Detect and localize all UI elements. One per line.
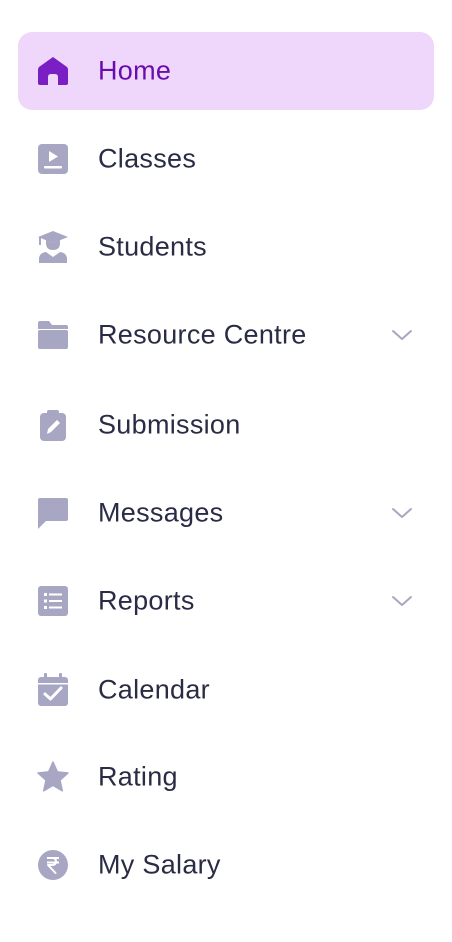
- sidebar-item-submission[interactable]: Submission: [18, 386, 434, 464]
- star-icon: [35, 759, 71, 795]
- sidebar-item-students[interactable]: Students: [18, 208, 434, 286]
- sidebar-item-classes[interactable]: Classes: [18, 120, 434, 198]
- video-lesson-icon: [35, 141, 71, 177]
- sidebar-item-label: My Salary: [98, 849, 221, 880]
- sidebar-item-label: Messages: [98, 497, 224, 528]
- graduate-student-icon: [35, 229, 71, 265]
- sidebar-item-reports[interactable]: Reports: [18, 562, 434, 640]
- sidebar-item-resource-centre[interactable]: Resource Centre: [18, 296, 434, 374]
- sidebar-nav: Home Classes Students Resource Centre Su…: [0, 0, 452, 942]
- sidebar-item-label: Submission: [98, 409, 241, 440]
- sidebar-item-messages[interactable]: Messages: [18, 474, 434, 552]
- sidebar-item-label: Home: [98, 55, 172, 86]
- sidebar-item-label: Rating: [98, 761, 178, 792]
- sidebar-item-calendar[interactable]: Calendar: [18, 651, 434, 729]
- clipboard-edit-icon: [35, 407, 71, 443]
- sidebar-item-label: Students: [98, 231, 207, 262]
- chevron-down-icon[interactable]: [390, 589, 414, 613]
- rupee-coin-icon: [35, 847, 71, 883]
- home-icon: [35, 53, 71, 89]
- sidebar-item-my-salary[interactable]: My Salary: [18, 826, 434, 904]
- folder-icon: [35, 317, 71, 353]
- sidebar-item-label: Resource Centre: [98, 319, 307, 350]
- sidebar-item-home[interactable]: Home: [18, 32, 434, 110]
- sidebar-item-label: Reports: [98, 585, 195, 616]
- sidebar-item-label: Calendar: [98, 674, 210, 705]
- list-report-icon: [35, 583, 71, 619]
- chevron-down-icon[interactable]: [390, 323, 414, 347]
- chat-bubble-icon: [35, 495, 71, 531]
- calendar-check-icon: [35, 672, 71, 708]
- chevron-down-icon[interactable]: [390, 501, 414, 525]
- sidebar-item-label: Classes: [98, 143, 197, 174]
- sidebar-item-rating[interactable]: Rating: [18, 738, 434, 816]
